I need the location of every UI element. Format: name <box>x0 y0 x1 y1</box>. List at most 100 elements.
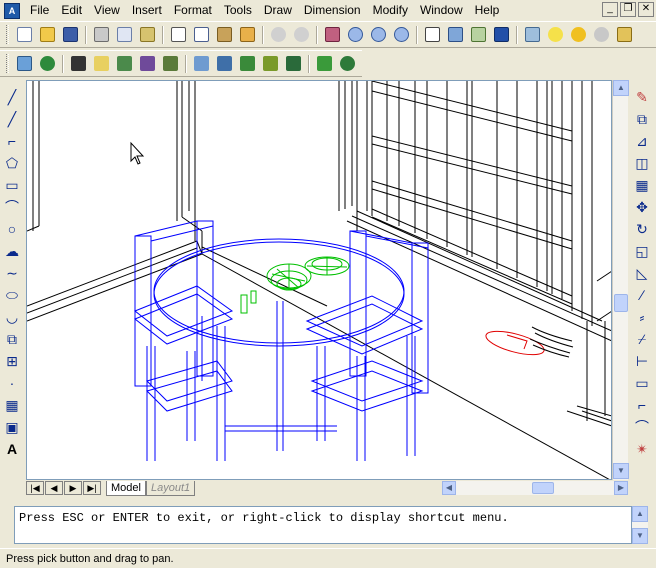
landscape-new-button[interactable] <box>236 53 259 75</box>
design-center-button[interactable] <box>444 24 467 46</box>
landscape-edit-button[interactable] <box>259 53 282 75</box>
pan-button[interactable] <box>321 24 344 46</box>
prev-tab-button[interactable]: ◀ <box>45 481 63 495</box>
copy-object-button[interactable]: ⧉ <box>631 108 653 130</box>
cmd-scroll-down-arrow-icon[interactable]: ▼ <box>632 528 648 544</box>
paste-button[interactable] <box>213 24 236 46</box>
fillet-button[interactable]: ⌒ <box>631 416 653 438</box>
extend-button[interactable]: ⸗ <box>631 306 653 328</box>
menu-draw[interactable]: Draw <box>258 1 298 20</box>
horizontal-scroll-thumb[interactable] <box>532 482 554 494</box>
render-button[interactable] <box>36 53 59 75</box>
zoom-realtime-button[interactable] <box>344 24 367 46</box>
menu-window[interactable]: Window <box>414 1 469 20</box>
tab-model[interactable]: Model <box>106 480 146 496</box>
rectangle-button[interactable]: ▭ <box>1 174 23 196</box>
ellipse-button[interactable]: ⬭ <box>1 284 23 306</box>
match-properties-button[interactable] <box>236 24 259 46</box>
menu-view[interactable]: View <box>88 1 126 20</box>
arc-button[interactable]: ⌒ <box>1 196 23 218</box>
scroll-up-arrow-icon[interactable]: ▲ <box>613 80 629 96</box>
menu-insert[interactable]: Insert <box>126 1 168 20</box>
rotate-button[interactable]: ↻ <box>631 218 653 240</box>
mirror-button[interactable]: ⊿ <box>631 130 653 152</box>
layers-button[interactable] <box>521 24 544 46</box>
menu-help[interactable]: Help <box>469 1 506 20</box>
line-button[interactable]: ╱ <box>1 86 23 108</box>
circle-button[interactable]: ○ <box>1 218 23 240</box>
make-block-button[interactable]: ⊞ <box>1 350 23 372</box>
layer-thaw-toggle[interactable] <box>567 24 590 46</box>
revision-cloud-button[interactable]: ☁ <box>1 240 23 262</box>
multiline-text-button[interactable]: A <box>1 438 23 460</box>
menu-modify[interactable]: Modify <box>367 1 414 20</box>
first-tab-button[interactable]: |◀ <box>26 481 44 495</box>
plot-preview-button[interactable] <box>113 24 136 46</box>
menu-tools[interactable]: Tools <box>218 1 258 20</box>
ellipse-arc-button[interactable]: ◡ <box>1 306 23 328</box>
open-button[interactable] <box>36 24 59 46</box>
scroll-right-arrow-icon[interactable]: ▶ <box>614 481 628 495</box>
insert-block-button[interactable]: ⧉ <box>1 328 23 350</box>
break-at-point-button[interactable]: ⌿ <box>631 328 653 350</box>
help-button[interactable] <box>490 24 513 46</box>
offset-button[interactable]: ◫ <box>631 152 653 174</box>
fog-button[interactable] <box>213 53 236 75</box>
vertical-scroll-thumb[interactable] <box>614 294 628 312</box>
menu-edit[interactable]: Edit <box>55 1 88 20</box>
statistics-button[interactable] <box>336 53 359 75</box>
vertical-scrollbar[interactable]: ▲ ▼ <box>612 80 629 480</box>
save-button[interactable] <box>59 24 82 46</box>
last-tab-button[interactable]: ▶| <box>83 481 101 495</box>
next-tab-button[interactable]: ▶ <box>64 481 82 495</box>
spline-button[interactable]: ∼ <box>1 262 23 284</box>
scroll-down-arrow-icon[interactable]: ▼ <box>613 463 629 479</box>
erase-button[interactable]: ✎ <box>631 86 653 108</box>
break-button[interactable]: ⊢ <box>631 350 653 372</box>
layer-freeze-toggle[interactable] <box>590 24 613 46</box>
hatch-button[interactable]: ▦ <box>1 394 23 416</box>
render-prefs-button[interactable] <box>313 53 336 75</box>
scroll-left-arrow-icon[interactable]: ◀ <box>442 481 456 495</box>
lights-button[interactable] <box>90 53 113 75</box>
zoom-window-button[interactable] <box>367 24 390 46</box>
app-icon[interactable]: A <box>4 2 20 19</box>
explode-button[interactable]: ✴ <box>631 438 653 460</box>
mapping-button[interactable] <box>159 53 182 75</box>
command-line-scrollbar[interactable]: ▲ ▼ <box>632 506 648 544</box>
undo-button[interactable] <box>267 24 290 46</box>
menu-dimension[interactable]: Dimension <box>298 1 367 20</box>
array-button[interactable]: ▦ <box>631 174 653 196</box>
materials-library-button[interactable] <box>136 53 159 75</box>
close-button[interactable]: ✕ <box>638 2 654 17</box>
construction-line-button[interactable]: ╱ <box>1 108 23 130</box>
copy-button[interactable] <box>190 24 213 46</box>
region-button[interactable]: ▣ <box>1 416 23 438</box>
horizontal-scrollbar[interactable]: ◀ ▶ <box>442 481 628 495</box>
tool-palettes-button[interactable] <box>467 24 490 46</box>
polygon-button[interactable]: ⬠ <box>1 152 23 174</box>
toolbar-grip[interactable] <box>6 25 9 44</box>
publish-button[interactable] <box>136 24 159 46</box>
scenes-button[interactable] <box>67 53 90 75</box>
chamfer-button[interactable]: ⌐ <box>631 394 653 416</box>
menu-format[interactable]: Format <box>168 1 218 20</box>
new-button[interactable] <box>13 24 36 46</box>
move-button[interactable]: ✥ <box>631 196 653 218</box>
background-button[interactable] <box>190 53 213 75</box>
print-button[interactable] <box>90 24 113 46</box>
hide-button[interactable] <box>13 53 36 75</box>
point-button[interactable]: · <box>1 372 23 394</box>
restore-button[interactable]: ❐ <box>620 2 636 17</box>
layer-lock-toggle[interactable] <box>613 24 636 46</box>
join-button[interactable]: ▭ <box>631 372 653 394</box>
command-line[interactable]: Press ESC or ENTER to exit, or right-cli… <box>14 506 632 544</box>
materials-button[interactable] <box>113 53 136 75</box>
toolbar-grip[interactable] <box>6 54 9 73</box>
cut-button[interactable] <box>167 24 190 46</box>
trim-button[interactable]: ∕ <box>631 284 653 306</box>
zoom-previous-button[interactable] <box>390 24 413 46</box>
layer-on-toggle[interactable] <box>544 24 567 46</box>
polyline-button[interactable]: ⌐ <box>1 130 23 152</box>
scale-button[interactable]: ◱ <box>631 240 653 262</box>
